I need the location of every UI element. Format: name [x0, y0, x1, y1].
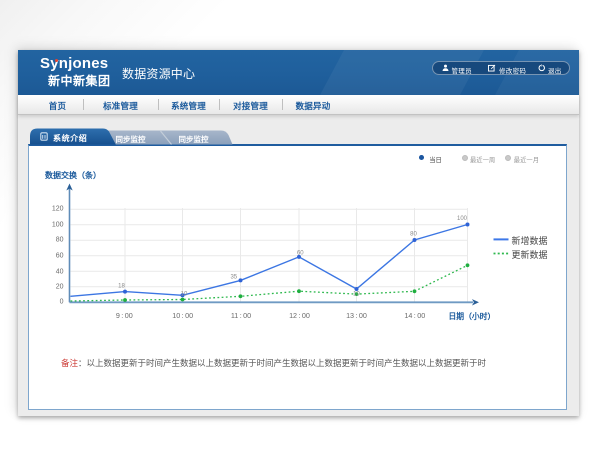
svg-text:0: 0 [60, 298, 64, 305]
svg-text:60: 60 [56, 253, 64, 260]
svg-text:80: 80 [56, 237, 64, 244]
svg-text:35: 35 [230, 275, 237, 281]
svg-text:10 : 00: 10 : 00 [172, 311, 193, 320]
svg-text:80: 80 [410, 232, 417, 238]
svg-text:12 : 00: 12 : 00 [289, 311, 310, 320]
svg-text:60: 60 [297, 251, 304, 257]
svg-text:100: 100 [457, 216, 468, 222]
svg-text:100: 100 [52, 221, 64, 228]
svg-text:10: 10 [353, 292, 360, 298]
svg-text:20: 20 [56, 284, 64, 291]
svg-text:13 : 00: 13 : 00 [346, 311, 367, 320]
svg-text:10: 10 [181, 292, 188, 298]
svg-text:9 : 00: 9 : 00 [116, 311, 133, 320]
svg-text:14 : 00: 14 : 00 [404, 311, 425, 320]
svg-text:40: 40 [56, 269, 64, 276]
svg-text:11 : 00: 11 : 00 [231, 311, 251, 320]
svg-text:120: 120 [52, 206, 64, 213]
svg-text:18: 18 [118, 284, 125, 290]
